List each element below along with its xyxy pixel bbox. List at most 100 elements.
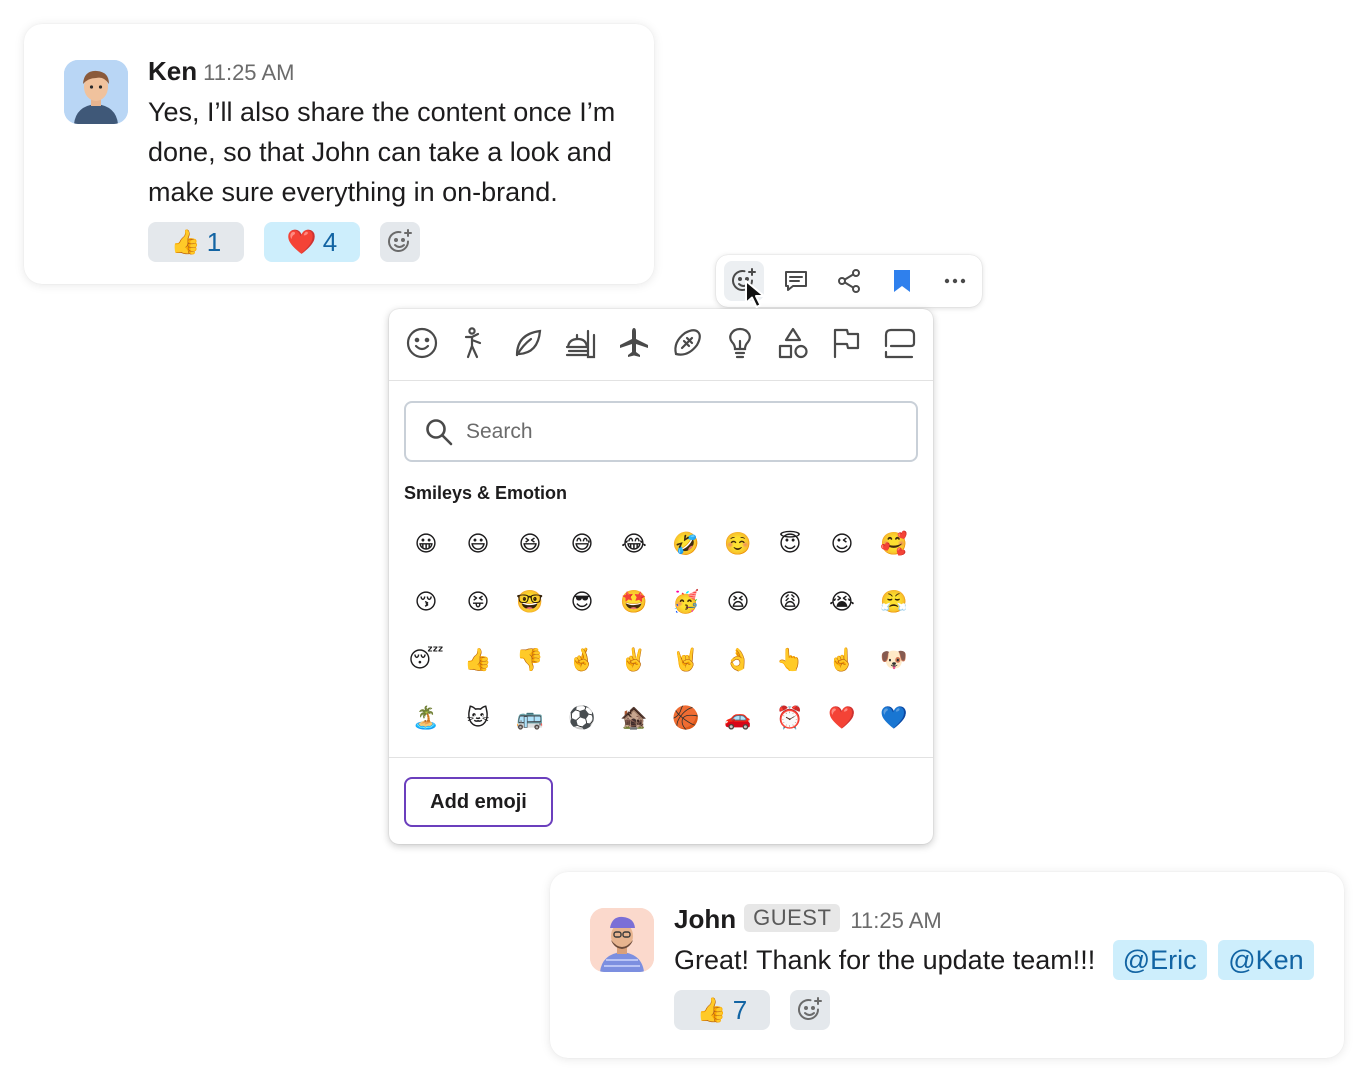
category-travel-tab[interactable] — [614, 323, 654, 363]
category-nature-tab[interactable] — [508, 323, 548, 363]
avatar-john[interactable] — [590, 908, 654, 972]
emoji-red-heart[interactable]: ❤️ — [816, 696, 868, 740]
message-line: done, so that John can take a look and — [148, 137, 612, 167]
emoji-grid: 😀 😃 😆 😅 😂 🤣 ☺️ 😇 😉 🥰 😚 😝 🤓 😎 🤩 🥳 😫 😩 😭 😤 — [400, 515, 920, 747]
emoji-tired[interactable]: 😫 — [712, 580, 764, 624]
emoji-search-box[interactable] — [404, 401, 918, 462]
toolbar-bookmark-button[interactable] — [882, 261, 922, 301]
reaction-thumbs-up[interactable]: 👍 7 — [674, 990, 770, 1030]
more-icon — [944, 278, 966, 284]
guest-badge: GUEST — [744, 904, 841, 932]
add-reaction-icon — [798, 997, 822, 1020]
emoji-cat-face[interactable]: 🐱 — [452, 696, 504, 740]
emoji-ok-hand[interactable]: 👌 — [712, 638, 764, 682]
emoji-laughing[interactable]: 😆 — [504, 522, 556, 566]
emoji-car[interactable]: 🚗 — [712, 696, 764, 740]
emoji-point-up-backhand[interactable]: 👆 — [764, 638, 816, 682]
emoji-victory[interactable]: ✌️ — [608, 638, 660, 682]
emoji-kissing[interactable]: 😚 — [400, 580, 452, 624]
emoji-crossed-fingers[interactable]: 🤞 — [556, 638, 608, 682]
emoji-row: 😀 😃 😆 😅 😂 🤣 ☺️ 😇 😉 🥰 — [400, 515, 920, 573]
emoji-blue-heart[interactable]: 💙 — [868, 696, 920, 740]
emoji-innocent[interactable]: 😇 — [764, 522, 816, 566]
emoji-nerd[interactable]: 🤓 — [504, 580, 556, 624]
category-people-tab[interactable] — [455, 323, 495, 363]
toolbar-reply-button[interactable] — [776, 261, 816, 301]
emoji-sunglasses[interactable]: 😎 — [556, 580, 608, 624]
emoji-smiley[interactable]: 😃 — [452, 522, 504, 566]
thumbs-up-emoji: 👍 — [696, 996, 727, 1024]
emoji-picker: Smileys & Emotion 😀 😃 😆 😅 😂 🤣 ☺️ 😇 😉 🥰 😚… — [389, 309, 933, 844]
category-food-tab[interactable] — [561, 323, 601, 363]
symbols-icon — [778, 327, 808, 359]
emoji-soccer[interactable]: ⚽ — [556, 696, 608, 740]
add-reaction-icon — [388, 229, 412, 252]
emoji-sleeping[interactable]: 😴 — [400, 638, 452, 682]
category-activity-tab[interactable] — [667, 323, 707, 363]
message-line: make sure everything in on-brand. — [148, 177, 558, 207]
objects-icon — [729, 327, 751, 359]
emoji-point-up[interactable]: ☝️ — [816, 638, 868, 682]
emoji-thumbs-down[interactable]: 👎 — [504, 638, 556, 682]
emoji-search-input[interactable] — [466, 419, 886, 444]
emoji-grinning[interactable]: 😀 — [400, 522, 452, 566]
thumbs-up-emoji: 👍 — [170, 228, 201, 256]
message-timestamp[interactable]: 11:25 AM — [203, 60, 294, 85]
share-icon — [838, 269, 860, 293]
add-reaction-button[interactable] — [790, 990, 830, 1030]
heart-emoji: ❤️ — [286, 228, 317, 256]
emoji-row: 🏝️ 🐱 🚌 ⚽ 🏚️ 🏀 🚗 ⏰ ❤️ 💙 — [400, 689, 920, 747]
emoji-triumph[interactable]: 😤 — [868, 580, 920, 624]
add-reaction-button[interactable] — [380, 222, 420, 262]
add-emoji-button[interactable]: Add emoji — [404, 777, 553, 827]
emoji-sob[interactable]: 😭 — [816, 580, 868, 624]
food-icon — [565, 329, 596, 359]
message-body: Yes, I’ll also share the content once I’… — [148, 92, 648, 212]
bookmark-icon — [894, 270, 910, 292]
reaction-count: 7 — [732, 994, 748, 1025]
emoji-alarm-clock[interactable]: ⏰ — [764, 696, 816, 740]
category-custom-tab[interactable] — [879, 323, 919, 363]
category-symbols-tab[interactable] — [773, 323, 813, 363]
mention-eric[interactable]: @Eric — [1112, 940, 1207, 980]
reaction-count: 4 — [322, 226, 338, 257]
message-line: Yes, I’ll also share the content once I’… — [148, 97, 616, 127]
emoji-wink[interactable]: 😉 — [816, 522, 868, 566]
author-name[interactable]: John — [674, 904, 736, 934]
search-icon — [426, 418, 453, 445]
emoji-horns[interactable]: 🤘 — [660, 638, 712, 682]
message-card-john: John GUEST 11:25 AM Great! Thank for the u… — [550, 872, 1344, 1058]
emoji-basketball[interactable]: 🏀 — [660, 696, 712, 740]
author-name[interactable]: Ken — [148, 56, 197, 86]
custom-icon — [884, 328, 916, 359]
emoji-sweat-smile[interactable]: 😅 — [556, 522, 608, 566]
emoji-partying[interactable]: 🥳 — [660, 580, 712, 624]
activity-icon — [674, 329, 701, 356]
emoji-dog-face[interactable]: 🐶 — [868, 638, 920, 682]
emoji-derelict-house[interactable]: 🏚️ — [608, 696, 660, 740]
toolbar-share-button[interactable] — [829, 261, 869, 301]
mention-ken[interactable]: @Ken — [1218, 940, 1314, 980]
reaction-heart[interactable]: ❤️ 4 — [264, 222, 360, 262]
emoji-island[interactable]: 🏝️ — [400, 696, 452, 740]
emoji-tongue-squint[interactable]: 😝 — [452, 580, 504, 624]
avatar-ken[interactable] — [64, 60, 128, 124]
emoji-star-struck[interactable]: 🤩 — [608, 580, 660, 624]
category-flags-tab[interactable] — [826, 323, 866, 363]
emoji-rofl[interactable]: 🤣 — [660, 522, 712, 566]
emoji-thumbs-up[interactable]: 👍 — [452, 638, 504, 682]
emoji-joy[interactable]: 😂 — [608, 522, 660, 566]
category-smileys-tab[interactable] — [402, 323, 442, 363]
message-timestamp[interactable]: 11:25 AM — [850, 908, 941, 933]
emoji-bus[interactable]: 🚌 — [504, 696, 556, 740]
category-objects-tab[interactable] — [720, 323, 760, 363]
reaction-thumbs-up[interactable]: 👍 1 — [148, 222, 244, 262]
toolbar-more-button[interactable] — [935, 261, 975, 301]
message-body: Great! Thank for the update team!!! @Eri… — [674, 940, 1314, 980]
emoji-smiling-hearts[interactable]: 🥰 — [868, 522, 920, 566]
emoji-weary[interactable]: 😩 — [764, 580, 816, 624]
emoji-row: 😚 😝 🤓 😎 🤩 🥳 😫 😩 😭 😤 — [400, 573, 920, 631]
emoji-relaxed[interactable]: ☺️ — [712, 522, 764, 566]
flags-icon — [833, 328, 860, 359]
nature-icon — [515, 329, 542, 357]
